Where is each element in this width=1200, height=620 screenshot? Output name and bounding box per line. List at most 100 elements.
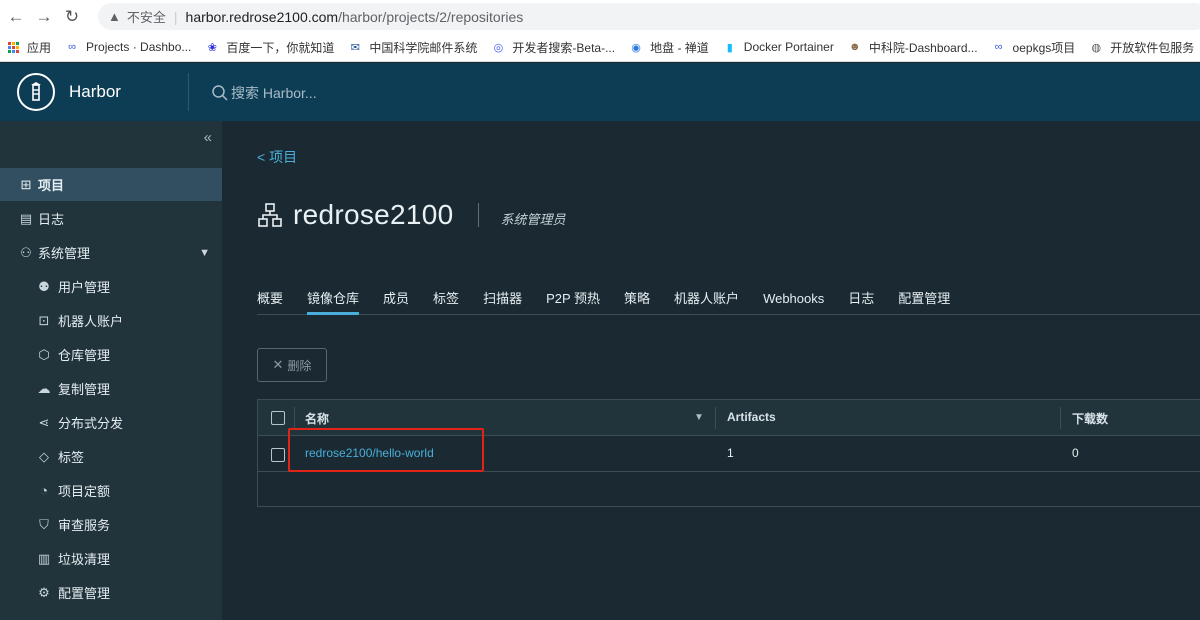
sidebar-item-label: 分布式分发 [58, 416, 124, 431]
bookmark-item[interactable]: ∞ oepkgs项目 [992, 39, 1076, 56]
column-header-pulls[interactable]: 下载数 [1072, 410, 1108, 427]
bookmark-item[interactable]: ▮ Docker Portainer [723, 40, 834, 54]
reload-icon[interactable]: ↻ [58, 3, 86, 31]
bookmark-label: 中国科学院邮件系统 [369, 40, 478, 55]
zentao-icon: ◉ [631, 41, 641, 54]
portainer-icon: ▮ [726, 41, 733, 54]
title-divider [477, 203, 479, 227]
tab-scanner[interactable]: 扫描器 [483, 289, 522, 315]
quota-icon: ◔ [40, 483, 48, 498]
bookmark-label: 中科院-Dashboard... [868, 40, 978, 55]
tab-robot-accounts[interactable]: 机器人账户 [674, 289, 739, 315]
bookmark-item[interactable]: ✉ 中国科学院邮件系统 [348, 39, 478, 56]
sidebar-item-label: 用户管理 [58, 280, 111, 295]
sidebar-item-distributions[interactable]: ⋖ 分布式分发 [0, 406, 222, 439]
share-icon: ⋖ [38, 414, 50, 430]
tab-logs[interactable]: 日志 [848, 289, 874, 315]
url-host: harbor.redrose2100.com [185, 8, 339, 25]
close-icon: ✕ [272, 357, 284, 372]
sidebar-item-interrogation[interactable]: ⛉ 审查服务 [0, 508, 222, 541]
row-checkbox[interactable] [271, 448, 285, 462]
sidebar-item-users[interactable]: ⚉ 用户管理 [0, 270, 222, 303]
bookmark-item[interactable]: ∞ Projects · Dashbo... [65, 40, 191, 54]
tab-labels[interactable]: 标签 [433, 289, 459, 315]
column-divider [1060, 407, 1061, 429]
baidu-icon: ❀ [207, 41, 217, 54]
project-icon [258, 203, 282, 227]
annotation-highlight-box [288, 428, 484, 472]
sidebar-item-administration[interactable]: ⚇ 系统管理 ▼ [0, 236, 222, 269]
tag-icon: ◇ [39, 448, 49, 464]
tab-p2p-preheat[interactable]: P2P 预热 [546, 289, 600, 315]
sidebar-item-gc[interactable]: ▥ 垃圾清理 [0, 542, 222, 575]
select-all-checkbox[interactable] [271, 411, 285, 425]
header-divider [188, 73, 189, 111]
robot-icon: ⊡ [38, 312, 50, 328]
bookmark-label: 应用 [27, 40, 52, 55]
back-to-projects-link[interactable]: < 项目 [257, 147, 297, 167]
sidebar-item-projects[interactable]: ⊞ 项目 [0, 168, 222, 201]
pull-count: 0 [1072, 446, 1079, 460]
forward-icon[interactable]: → [30, 3, 58, 31]
shield-icon: ⛉ [39, 516, 49, 532]
warning-icon: ▲ [108, 9, 121, 24]
avatar-icon: ☻ [849, 41, 861, 53]
sidebar-item-logs[interactable]: ▤ 日志 [0, 202, 222, 235]
bookmark-item[interactable]: ☻ 中科院-Dashboard... [848, 39, 978, 56]
project-title: redrose2100 系统管理员 [257, 199, 566, 231]
url-separator: | [173, 8, 178, 25]
registry-icon: ⬡ [38, 346, 50, 362]
search-icon [212, 85, 228, 101]
url-path: /harbor/projects/2/repositories [338, 8, 524, 25]
sidebar-item-labels[interactable]: ◇ 标签 [0, 440, 222, 473]
sidebar-item-replications[interactable]: ☁ 复制管理 [0, 372, 222, 405]
gear-icon: ⚙ [38, 584, 50, 600]
search-icon: ◎ [493, 41, 504, 54]
sidebar-item-label: 日志 [38, 212, 65, 227]
bookmark-apps[interactable]: 应用 [6, 39, 51, 56]
chevron-down-icon: ▼ [199, 246, 210, 259]
sidebar-item-registries[interactable]: ⬡ 仓库管理 [0, 338, 222, 371]
tab-repositories[interactable]: 镜像仓库 [307, 289, 360, 315]
sidebar: « ⊞ 项目 ▤ 日志 ⚇ 系统管理 ▼ ⚉ 用户管理 ⊡ 机器人账户 ⬡ 仓库… [0, 121, 222, 620]
bookmark-item[interactable]: ❀ 百度一下，你就知道 [205, 39, 335, 56]
tab-configuration[interactable]: 配置管理 [898, 289, 950, 315]
bookmark-item[interactable]: ◎ 开发者搜索-Beta-... [491, 39, 616, 56]
bookmark-label: 地盘 - 禅道 [650, 40, 709, 55]
log-icon: ▤ [19, 210, 33, 226]
address-bar[interactable]: ▲ 不安全 | harbor.redrose2100.com/harbor/pr… [98, 3, 1200, 30]
bookmark-label: 开放软件包服务 [1110, 40, 1195, 55]
brand-name[interactable]: Harbor [69, 82, 121, 102]
collapse-sidebar-icon[interactable]: « [204, 129, 212, 146]
project-icon: ⊞ [20, 176, 32, 192]
globe-icon: ◍ [1091, 41, 1102, 54]
tab-summary[interactable]: 概要 [257, 289, 283, 315]
apps-icon [6, 40, 20, 54]
delete-button[interactable]: ✕ 删除 [257, 348, 327, 382]
sidebar-item-configuration[interactable]: ⚙ 配置管理 [0, 576, 222, 609]
back-icon[interactable]: ← [2, 3, 30, 31]
bookmark-label: oepkgs项目 [1012, 40, 1076, 55]
sidebar-item-label: 仓库管理 [58, 348, 111, 363]
admin-icon: ⚇ [20, 244, 32, 260]
users-icon: ⚉ [38, 278, 50, 294]
column-divider [294, 407, 295, 429]
tab-policy[interactable]: 策略 [624, 289, 650, 315]
tab-webhooks[interactable]: Webhooks [763, 289, 824, 315]
search-placeholder: 搜索 Harbor... [231, 85, 317, 101]
tab-members[interactable]: 成员 [383, 289, 409, 315]
sidebar-item-label: 系统管理 [38, 246, 91, 261]
browser-toolbar: ← → ↻ ▲ 不安全 | harbor.redrose2100.com/har… [0, 0, 1200, 33]
bookmark-item[interactable]: ◉ 地盘 - 禅道 [629, 39, 709, 56]
column-header-name[interactable]: 名称 [305, 410, 329, 427]
filter-icon[interactable]: ▼ [694, 412, 704, 423]
sidebar-item-label: 审查服务 [58, 518, 111, 533]
global-search[interactable]: 搜索 Harbor... [211, 83, 317, 103]
mail-icon: ✉ [350, 41, 361, 54]
sidebar-item-robot-accounts[interactable]: ⊡ 机器人账户 [0, 304, 222, 337]
harbor-logo-icon[interactable] [17, 73, 55, 111]
column-header-artifacts[interactable]: Artifacts [727, 410, 776, 424]
column-divider [715, 407, 716, 429]
sidebar-item-quotas[interactable]: ◔ 项目定额 [0, 474, 222, 507]
bookmark-item[interactable]: ◍ 开放软件包服务 [1089, 39, 1194, 56]
